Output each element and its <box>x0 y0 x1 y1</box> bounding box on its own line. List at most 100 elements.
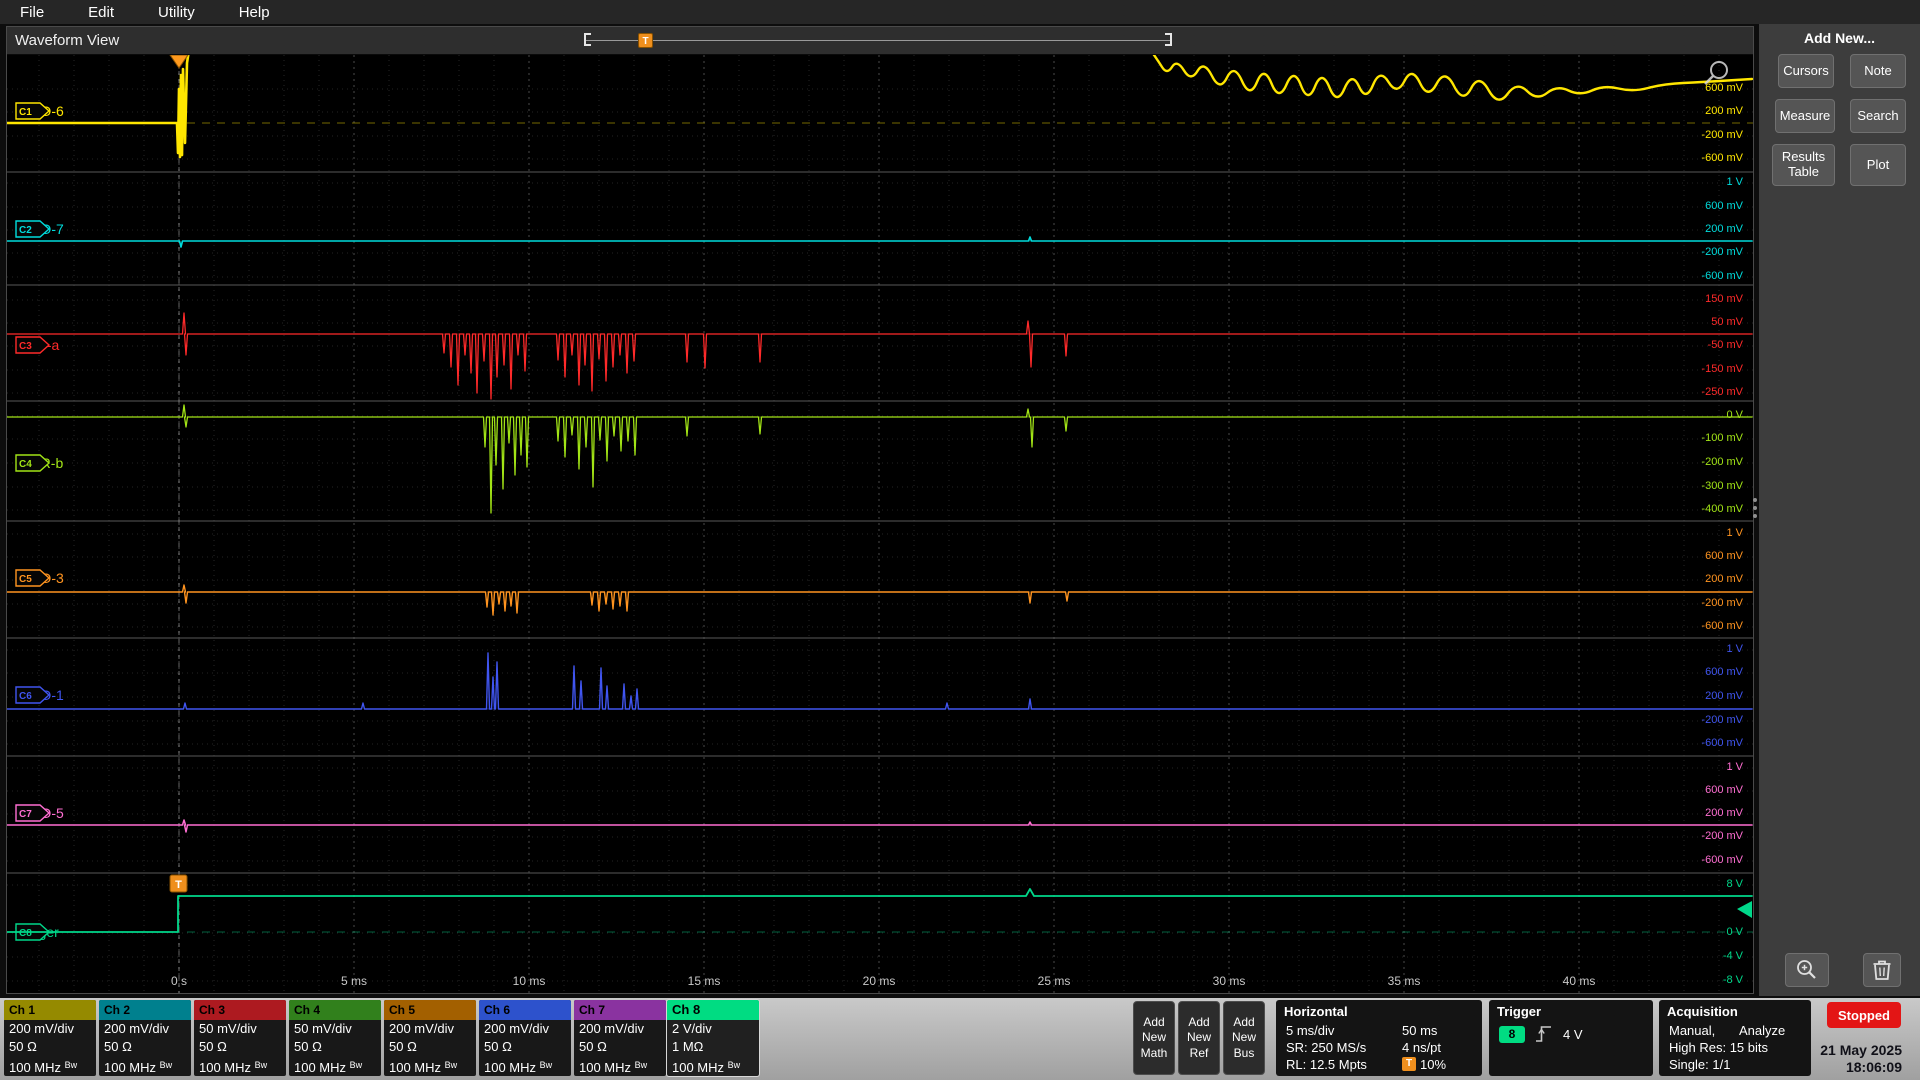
status-time: 18:06:09 <box>1845 1059 1902 1075</box>
trigger-position-top-icon[interactable] <box>169 55 189 69</box>
sample-rate: SR: 250 MS/s <box>1286 1040 1367 1055</box>
pan-line <box>586 40 1170 41</box>
channel-badge-header: Ch 6 <box>479 1000 571 1020</box>
acquisition-single: Single: 1/1 <box>1669 1057 1731 1072</box>
add-measure-button[interactable]: Measure <box>1775 99 1835 133</box>
bandwidth-limit-tag: Bw <box>64 1060 78 1070</box>
channel-scale: 200 mV/div <box>9 1021 75 1036</box>
acquisition-detail: High Res: 15 bits <box>1669 1040 1768 1055</box>
add-new-ref-button[interactable]: Add New Ref <box>1178 1001 1220 1075</box>
zoom-glass-handle <box>1704 75 1714 85</box>
acquisition-title: Acquisition <box>1667 1004 1738 1019</box>
channel-badge-header: Ch 1 <box>4 1000 96 1020</box>
channel-scale: 200 mV/div <box>389 1021 455 1036</box>
menu-bar: File Edit Utility Help <box>0 0 1920 24</box>
channel-badge-ch7[interactable]: Ch 7 200 mV/div 50 Ω 100 MHz Bw <box>574 1000 666 1076</box>
horizontal-panel[interactable]: Horizontal 5 ms/div SR: 250 MS/s RL: 12.… <box>1276 1000 1482 1076</box>
add-button-line: New <box>1186 1030 1211 1045</box>
channel-badge-ch2[interactable]: Ch 2 200 mV/div 50 Ω 100 MHz Bw <box>99 1000 191 1076</box>
channel-scale: 2 V/div <box>672 1021 712 1036</box>
waveform-view-header: Waveform View T <box>7 27 1753 55</box>
add-plot-button[interactable]: Plot <box>1850 144 1906 186</box>
menu-file[interactable]: File <box>20 4 44 21</box>
zoom-magnifier-icon <box>1797 960 1816 979</box>
delete-button[interactable] <box>1863 953 1901 987</box>
trigger-position-icon: T <box>1402 1057 1416 1071</box>
add-new-sidebar: Add New... Cursors Note Measure Search R… <box>1759 24 1920 996</box>
trigger-level: 4 V <box>1563 1027 1583 1042</box>
add-new-math-button[interactable]: Add New Math <box>1133 1001 1175 1075</box>
channel-scale: 200 mV/div <box>579 1021 645 1036</box>
channel-scale: 200 mV/div <box>104 1021 170 1036</box>
run-stop-status-button[interactable]: Stopped <box>1827 1002 1901 1028</box>
trigger-position-marker-icon[interactable]: T <box>638 33 653 48</box>
menu-utility[interactable]: Utility <box>158 4 195 21</box>
channel-impedance: 1 MΩ <box>672 1039 704 1054</box>
channel-badge-ch1[interactable]: Ch 1 200 mV/div 50 Ω 100 MHz Bw <box>4 1000 96 1076</box>
channel-impedance: 50 Ω <box>9 1039 37 1054</box>
channel-bandwidth: 100 MHz Bw <box>199 1060 268 1075</box>
channel-badge-ch4[interactable]: Ch 4 50 mV/div 50 Ω 100 MHz Bw <box>289 1000 381 1076</box>
channel-bandwidth: 100 MHz Bw <box>672 1060 741 1075</box>
channel-impedance: 50 Ω <box>294 1039 322 1054</box>
rising-edge-icon <box>1536 1026 1551 1042</box>
channel-badge-ch3[interactable]: Ch 3 50 mV/div 50 Ω 100 MHz Bw <box>194 1000 286 1076</box>
panel-splitter-handle[interactable] <box>1753 498 1757 502</box>
channel-impedance: 50 Ω <box>199 1039 227 1054</box>
waveform-plot[interactable]: 0 s5 ms 10 ms 15 ms 20 ms 25 ms 30 ms 35 ms 40 … <box>7 55 1753 993</box>
pan-bracket-right-icon[interactable] <box>1165 33 1172 46</box>
trigger-title: Trigger <box>1497 1004 1542 1019</box>
bandwidth-limit-tag: Bw <box>539 1060 553 1070</box>
add-new-bus-button[interactable]: Add New Bus <box>1223 1001 1265 1075</box>
channel-bandwidth: 100 MHz Bw <box>294 1060 363 1075</box>
channel-impedance: 50 Ω <box>389 1039 417 1054</box>
add-button-line: Add <box>1188 1014 1210 1029</box>
channel-impedance: 50 Ω <box>104 1039 132 1054</box>
add-button-line: New <box>1231 1030 1256 1045</box>
acquisition-mode: Manual, <box>1669 1023 1716 1038</box>
add-button-line: Ref <box>1189 1045 1209 1060</box>
zoom-tool-button[interactable] <box>1785 953 1829 987</box>
horizontal-window: 50 ms <box>1402 1023 1438 1038</box>
bandwidth-limit-tag: Bw <box>727 1060 741 1070</box>
channel-scale: 50 mV/div <box>294 1021 352 1036</box>
channel-impedance: 50 Ω <box>579 1039 607 1054</box>
add-new-title: Add New... <box>1803 30 1876 46</box>
bandwidth-limit-tag: Bw <box>444 1060 458 1070</box>
add-button-line: Math <box>1140 1045 1168 1060</box>
add-search-button[interactable]: Search <box>1850 99 1906 133</box>
add-results-table-button[interactable]: Results Table <box>1772 144 1835 186</box>
menu-edit[interactable]: Edit <box>88 4 114 21</box>
bandwidth-limit-tag: Bw <box>159 1060 173 1070</box>
acquisition-panel[interactable]: Acquisition Manual, Analyze High Res: 15… <box>1659 1000 1811 1076</box>
trigger-panel[interactable]: Trigger 8 4 V <box>1489 1000 1653 1076</box>
channel-badge-ch6[interactable]: Ch 6 200 mV/div 50 Ω 100 MHz Bw <box>479 1000 571 1076</box>
channel-badge-header: Ch 7 <box>574 1000 666 1020</box>
add-button-line: Bus <box>1233 1045 1255 1060</box>
pan-bracket-left-icon[interactable] <box>584 33 591 46</box>
add-note-button[interactable]: Note <box>1850 54 1906 88</box>
sample-resolution: 4 ns/pt <box>1402 1040 1442 1055</box>
channel-badge-header: Ch 8 <box>667 1000 759 1020</box>
trigger-marker-letter: T <box>175 879 182 891</box>
channel-bandwidth: 100 MHz Bw <box>579 1060 648 1075</box>
channel-badge-header: Ch 2 <box>99 1000 191 1020</box>
menu-help[interactable]: Help <box>239 4 270 21</box>
channel-badge-header: Ch 3 <box>194 1000 286 1020</box>
horizontal-pan-bar[interactable]: T <box>584 32 1172 49</box>
channel-bandwidth: 100 MHz Bw <box>104 1060 173 1075</box>
add-button-line: Add <box>1143 1014 1165 1029</box>
channel-badge-ch8[interactable]: Ch 82 V/div 1 MΩ 100 MHz Bw <box>666 999 760 1077</box>
add-button-line: Add <box>1233 1014 1255 1029</box>
bandwidth-limit-tag: Bw <box>634 1060 648 1070</box>
channel-badge-ch5[interactable]: Ch 5 200 mV/div 50 Ω 100 MHz Bw <box>384 1000 476 1076</box>
channel-badge-header: Ch 5 <box>384 1000 476 1020</box>
horizontal-title: Horizontal <box>1284 1004 1348 1019</box>
zoom-glass-icon[interactable] <box>1710 61 1728 79</box>
add-cursors-button[interactable]: Cursors <box>1778 54 1834 88</box>
channel-bandwidth: 100 MHz Bw <box>484 1060 553 1075</box>
record-length: RL: 12.5 Mpts <box>1286 1057 1367 1072</box>
trigger-level-arrow-icon[interactable] <box>1737 901 1752 918</box>
bottom-settings-bar: Ch 1 200 mV/div 50 Ω 100 MHz Bw Ch 2 200 mV/d… <box>0 998 1920 1080</box>
oscilloscope-app: File Edit Utility Help Waveform View T 0… <box>0 0 1920 1080</box>
